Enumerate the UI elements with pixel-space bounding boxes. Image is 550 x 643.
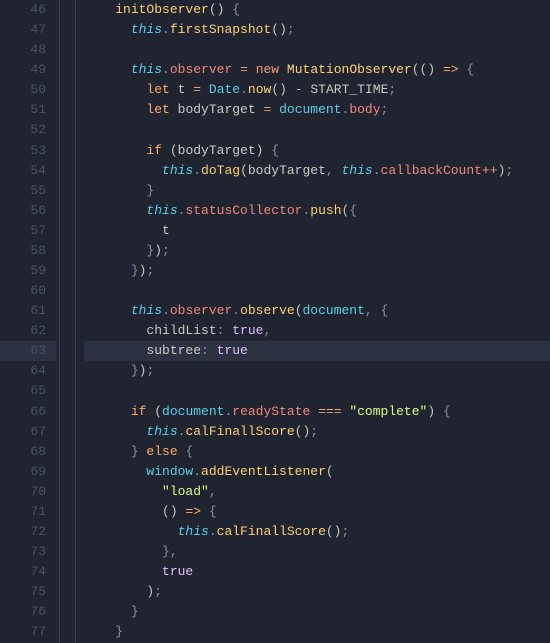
line-number: 73 — [0, 542, 56, 562]
code-line[interactable] — [84, 281, 550, 301]
line-number: 47 — [0, 20, 56, 40]
line-number: 66 — [0, 402, 56, 422]
code-line[interactable]: if (bodyTarget) { — [84, 141, 550, 161]
line-number: 51 — [0, 100, 56, 120]
line-number: 46 — [0, 0, 56, 20]
line-number-gutter: 4647484950515253545556575859606162636465… — [0, 0, 56, 643]
line-number: 77 — [0, 622, 56, 642]
code-line[interactable]: initObserver() { — [84, 0, 550, 20]
code-line[interactable]: }); — [84, 241, 550, 261]
line-number: 75 — [0, 582, 56, 602]
line-number: 70 — [0, 482, 56, 502]
code-line[interactable] — [84, 40, 550, 60]
line-number: 52 — [0, 120, 56, 140]
line-number: 74 — [0, 562, 56, 582]
code-line[interactable] — [84, 120, 550, 140]
code-line[interactable]: let bodyTarget = document.body; — [84, 100, 550, 120]
code-line[interactable]: this.observer = new MutationObserver(() … — [84, 60, 550, 80]
line-number: 54 — [0, 161, 56, 181]
code-line[interactable]: } else { — [84, 442, 550, 462]
code-line[interactable]: let t = Date.now() - START_TIME; — [84, 80, 550, 100]
line-number: 67 — [0, 422, 56, 442]
code-line[interactable]: window.addEventListener( — [84, 462, 550, 482]
code-editor[interactable]: 4647484950515253545556575859606162636465… — [0, 0, 550, 643]
line-number: 48 — [0, 40, 56, 60]
code-line[interactable]: ); — [84, 582, 550, 602]
code-line[interactable]: subtree: true — [84, 341, 550, 361]
code-line[interactable]: }); — [84, 361, 550, 381]
line-number: 68 — [0, 442, 56, 462]
line-number: 55 — [0, 181, 56, 201]
line-number: 59 — [0, 261, 56, 281]
code-line[interactable]: childList: true, — [84, 321, 550, 341]
code-line[interactable]: } — [84, 622, 550, 642]
line-number: 69 — [0, 462, 56, 482]
line-number: 50 — [0, 80, 56, 100]
line-number: 49 — [0, 60, 56, 80]
code-content[interactable]: initObserver() { this.firstSnapshot(); t… — [76, 0, 550, 643]
line-number: 65 — [0, 381, 56, 401]
code-line[interactable] — [84, 381, 550, 401]
code-line[interactable]: this.calFinallScore(); — [84, 522, 550, 542]
code-line[interactable]: } — [84, 181, 550, 201]
line-number: 58 — [0, 241, 56, 261]
code-line[interactable]: this.observer.observe(document, { — [84, 301, 550, 321]
code-line[interactable]: t — [84, 221, 550, 241]
code-line[interactable]: "load", — [84, 482, 550, 502]
line-number: 53 — [0, 141, 56, 161]
code-line[interactable]: this.doTag(bodyTarget, this.callbackCoun… — [84, 161, 550, 181]
code-line[interactable]: () => { — [84, 502, 550, 522]
code-line[interactable]: }, — [84, 542, 550, 562]
line-number: 56 — [0, 201, 56, 221]
line-number: 61 — [0, 301, 56, 321]
code-line[interactable]: if (document.readyState === "complete") … — [84, 402, 550, 422]
code-line[interactable]: this.statusCollector.push({ — [84, 201, 550, 221]
fold-region — [56, 0, 76, 643]
line-number: 64 — [0, 361, 56, 381]
line-number: 72 — [0, 522, 56, 542]
line-number: 60 — [0, 281, 56, 301]
code-line[interactable]: }); — [84, 261, 550, 281]
code-line[interactable]: } — [84, 602, 550, 622]
line-number: 76 — [0, 602, 56, 622]
code-line[interactable]: true — [84, 562, 550, 582]
line-number: 71 — [0, 502, 56, 522]
line-number: 63 — [0, 341, 56, 361]
line-number: 57 — [0, 221, 56, 241]
code-line[interactable]: this.calFinallScore(); — [84, 422, 550, 442]
code-line[interactable]: this.firstSnapshot(); — [84, 20, 550, 40]
line-number: 62 — [0, 321, 56, 341]
